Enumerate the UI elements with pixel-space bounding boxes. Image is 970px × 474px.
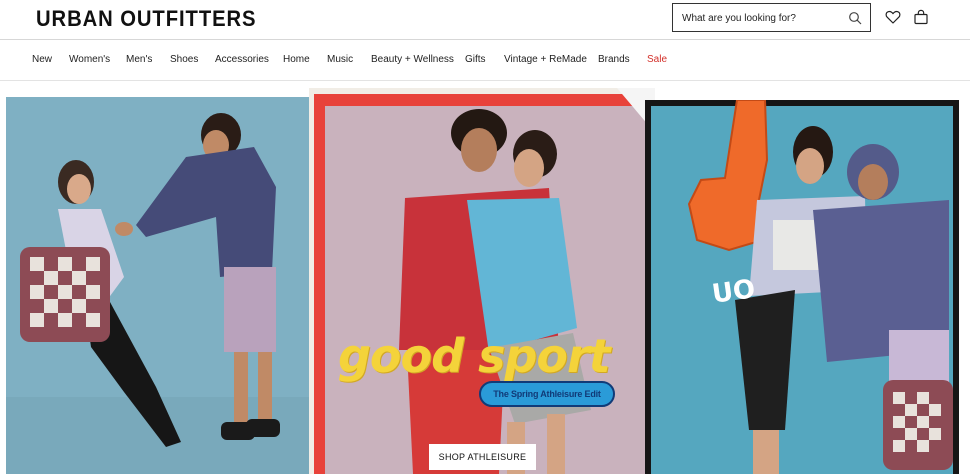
nav-item-accessories[interactable]: Accessories xyxy=(215,54,269,65)
nav-item-brands[interactable]: Brands xyxy=(598,54,630,65)
hero-banner[interactable]: good sport The Spring Athleisure Edit UO xyxy=(0,81,970,474)
nav-item-music[interactable]: Music xyxy=(327,54,353,65)
heart-icon[interactable] xyxy=(885,9,901,25)
nav-item-womens[interactable]: Women's xyxy=(69,54,110,65)
nav-item-sale[interactable]: Sale xyxy=(647,54,667,65)
hero-photo-right xyxy=(645,100,959,474)
nav-item-mens[interactable]: Men's xyxy=(126,54,152,65)
site-header: URBAN OUTFITTERS xyxy=(0,0,970,40)
hero-tagline-badge: The Spring Athleisure Edit xyxy=(479,381,615,407)
search-input[interactable] xyxy=(682,10,842,26)
nav-item-gifts[interactable]: Gifts xyxy=(465,54,486,65)
hero-photo-left xyxy=(6,97,309,474)
nav-item-home[interactable]: Home xyxy=(283,54,310,65)
nav-item-vintage-remade[interactable]: Vintage + ReMade xyxy=(504,54,587,65)
brand-logo[interactable]: URBAN OUTFITTERS xyxy=(36,6,256,32)
search-icon[interactable] xyxy=(848,11,862,25)
main-nav: New Women's Men's Shoes Accessories Home… xyxy=(0,40,970,80)
hero-headline: good sport xyxy=(338,329,611,383)
nav-item-new[interactable]: New xyxy=(32,54,52,65)
foam-finger-uo-text: UO xyxy=(710,274,758,310)
shop-athleisure-button[interactable]: SHOP ATHLEISURE xyxy=(429,444,536,470)
nav-item-shoes[interactable]: Shoes xyxy=(170,54,198,65)
shopping-bag-icon[interactable] xyxy=(913,9,929,25)
nav-item-beauty-wellness[interactable]: Beauty + Wellness xyxy=(371,54,454,65)
hero-poster-center xyxy=(309,88,655,474)
search-box[interactable] xyxy=(672,3,871,32)
